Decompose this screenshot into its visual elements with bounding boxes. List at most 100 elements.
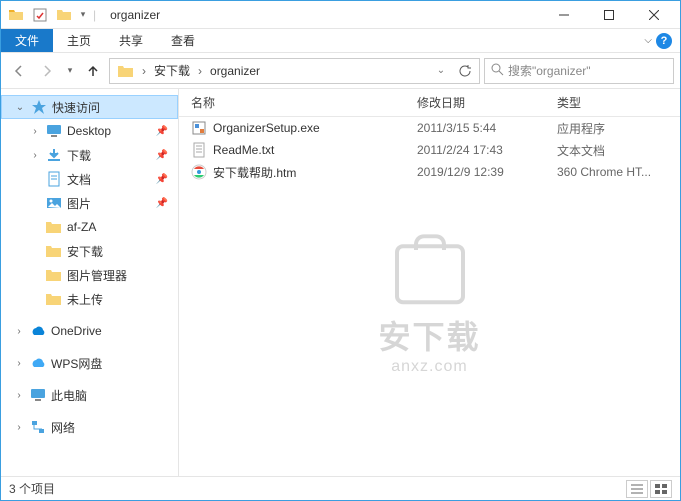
file-row[interactable]: 安下载帮助.htm 2019/12/9 12:39 360 Chrome HT.… (179, 161, 680, 183)
ribbon-expand-icon[interactable]: ⌵ (644, 35, 652, 46)
chevron-right-icon[interactable]: › (196, 64, 204, 78)
sidebar-item-downloads[interactable]: › 下载 📌 (1, 143, 178, 167)
folder-icon (45, 290, 63, 308)
chevron-right-icon[interactable]: › (13, 390, 25, 401)
chevron-right-icon[interactable]: › (29, 126, 41, 137)
navigation-bar: ▾ › 安下载 › organizer ⌄ 搜索"organizer" (1, 53, 680, 89)
pin-icon: 📌 (156, 150, 168, 161)
watermark-sub: anxz.com (378, 358, 480, 376)
file-row[interactable]: OrganizerSetup.exe 2011/3/15 5:44 应用程序 (179, 117, 680, 139)
sidebar-label: 快速访问 (52, 99, 100, 116)
help-icon[interactable]: ? (656, 33, 672, 49)
chevron-right-icon[interactable]: › (29, 150, 41, 161)
star-icon (30, 98, 48, 116)
exe-icon (191, 120, 207, 136)
wps-icon (29, 354, 47, 372)
address-dropdown[interactable]: ⌄ (429, 59, 453, 83)
folder-icon (45, 266, 63, 284)
sidebar-item-onedrive[interactable]: › OneDrive (1, 319, 178, 343)
lock-icon (394, 244, 464, 304)
maximize-button[interactable] (586, 1, 631, 29)
refresh-button[interactable] (453, 59, 477, 83)
tab-view[interactable]: 查看 (157, 29, 209, 52)
sidebar-item-pictures[interactable]: 图片 📌 (1, 191, 178, 215)
file-name: 安下载帮助.htm (213, 164, 296, 181)
breadcrumb-item[interactable]: 安下载 (148, 59, 196, 83)
file-list[interactable]: OrganizerSetup.exe 2011/3/15 5:44 应用程序 R… (179, 117, 680, 476)
tab-home[interactable]: 主页 (53, 29, 105, 52)
search-placeholder: 搜索"organizer" (508, 62, 591, 79)
tab-share[interactable]: 共享 (105, 29, 157, 52)
folder-icon (45, 242, 63, 260)
sidebar-item-notuploaded[interactable]: 未上传 (1, 287, 178, 311)
sidebar-label: 未上传 (67, 291, 103, 308)
column-date[interactable]: 修改日期 (409, 94, 549, 111)
item-count: 3 个项目 (9, 480, 55, 497)
sidebar-label: af-ZA (67, 220, 96, 234)
sidebar-item-thispc[interactable]: › 此电脑 (1, 383, 178, 407)
breadcrumb-root-icon[interactable] (112, 59, 140, 83)
column-name[interactable]: 名称 (179, 94, 409, 111)
folder-icon (5, 4, 27, 26)
navigation-pane: ⌄ 快速访问 › Desktop 📌 › 下载 📌 文档 📌 图片 📌 (1, 89, 179, 476)
chevron-right-icon[interactable]: › (13, 358, 25, 369)
tab-file[interactable]: 文件 (1, 29, 53, 52)
minimize-button[interactable] (541, 1, 586, 29)
sidebar-label: WPS网盘 (51, 355, 102, 372)
properties-icon[interactable] (29, 4, 51, 26)
icons-view-button[interactable] (650, 480, 672, 498)
search-input[interactable]: 搜索"organizer" (484, 58, 674, 84)
breadcrumb-item[interactable]: organizer (204, 59, 266, 83)
computer-icon (29, 386, 47, 404)
htm-icon (191, 164, 207, 180)
sidebar-label: 文档 (67, 171, 91, 188)
folder-icon (45, 218, 63, 236)
sidebar-label: 安下载 (67, 243, 103, 260)
address-bar[interactable]: › 安下载 › organizer ⌄ (109, 58, 480, 84)
chevron-right-icon[interactable]: › (13, 422, 25, 433)
details-view-button[interactable] (626, 480, 648, 498)
sidebar-item-wps[interactable]: › WPS网盘 (1, 351, 178, 375)
back-button[interactable] (7, 59, 31, 83)
file-date: 2019/12/9 12:39 (409, 165, 549, 179)
sidebar-item-afza[interactable]: af-ZA (1, 215, 178, 239)
sidebar-item-quick-access[interactable]: ⌄ 快速访问 (1, 95, 178, 119)
window-controls (541, 1, 676, 29)
chevron-right-icon[interactable]: › (140, 64, 148, 78)
file-row[interactable]: ReadMe.txt 2011/2/24 17:43 文本文档 (179, 139, 680, 161)
file-date: 2011/3/15 5:44 (409, 121, 549, 135)
folder-yellow-icon[interactable] (53, 4, 75, 26)
sidebar-item-desktop[interactable]: › Desktop 📌 (1, 119, 178, 143)
file-name: OrganizerSetup.exe (213, 121, 320, 135)
sidebar-item-documents[interactable]: 文档 📌 (1, 167, 178, 191)
file-date: 2011/2/24 17:43 (409, 143, 549, 157)
sidebar-item-network[interactable]: › 网络 (1, 415, 178, 439)
column-type[interactable]: 类型 (549, 94, 680, 111)
sidebar-label: 下载 (67, 147, 91, 164)
sidebar-label: Desktop (67, 124, 111, 138)
sidebar-label: 网络 (51, 419, 75, 436)
document-icon (45, 170, 63, 188)
search-icon (491, 63, 504, 79)
pictures-icon (45, 194, 63, 212)
network-icon (29, 418, 47, 436)
sidebar-label: OneDrive (51, 324, 102, 338)
quick-access-toolbar: ▾ (5, 4, 89, 26)
sidebar-label: 图片 (67, 195, 91, 212)
chevron-right-icon[interactable]: › (13, 326, 25, 337)
qat-dropdown-icon[interactable]: ▾ (77, 4, 89, 26)
file-list-pane: 名称 修改日期 类型 OrganizerSetup.exe 2011/3/15 … (179, 89, 680, 476)
forward-button[interactable] (35, 59, 59, 83)
sidebar-item-picmgr[interactable]: 图片管理器 (1, 263, 178, 287)
pin-icon: 📌 (156, 126, 168, 137)
watermark: 安下载 anxz.com (378, 244, 480, 376)
status-bar: 3 个项目 (1, 476, 680, 500)
watermark-text: 安下载 (378, 312, 480, 358)
content-area: ⌄ 快速访问 › Desktop 📌 › 下载 📌 文档 📌 图片 📌 (1, 89, 680, 476)
chevron-down-icon[interactable]: ⌄ (14, 102, 26, 113)
sidebar-item-anxiazai[interactable]: 安下载 (1, 239, 178, 263)
close-button[interactable] (631, 1, 676, 29)
recent-dropdown[interactable]: ▾ (63, 59, 77, 83)
up-button[interactable] (81, 59, 105, 83)
desktop-icon (45, 122, 63, 140)
